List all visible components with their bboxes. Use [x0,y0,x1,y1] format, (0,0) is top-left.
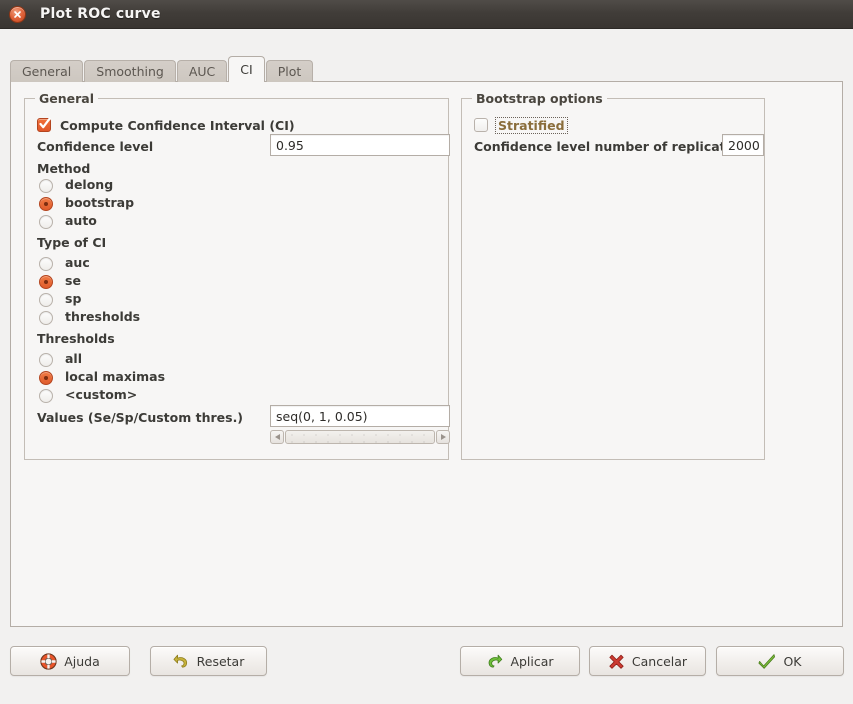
type-of-ci-label: Type of CI [37,235,107,250]
checkmark-icon [758,653,776,670]
window-titlebar: Plot ROC curve [0,0,853,29]
thresholds-label: Thresholds [37,331,115,346]
radio-method-auto-label: auto [65,213,97,228]
values-hscrollbar[interactable] [270,430,450,444]
stratified-label: Stratified [495,117,568,134]
compute-ci-label: Compute Confidence Interval (CI) [60,118,295,133]
tab-panel-ci: General Compute Confidence Interval (CI)… [10,81,843,627]
radio-type-thresholds-label: thresholds [65,309,141,324]
confidence-level-input[interactable]: 0.95 [270,134,450,156]
radio-method-bootstrap[interactable] [39,197,53,211]
tab-bar: General Smoothing AUC CI Plot [10,56,314,82]
radio-thresholds-all[interactable] [39,353,53,367]
radio-method-bootstrap-label: bootstrap [65,195,135,210]
method-label: Method [37,161,91,176]
confidence-level-label: Confidence level [37,139,154,154]
cancel-x-icon [608,653,625,670]
scrollbar-thumb[interactable] [286,431,434,443]
group-general: General Compute Confidence Interval (CI)… [24,91,450,460]
group-bootstrap-title: Bootstrap options [472,91,607,106]
radio-thresholds-custom[interactable] [39,389,53,403]
radio-type-thresholds[interactable] [39,311,53,325]
apply-button[interactable]: Aplicar [460,646,580,676]
scrollbar-trough[interactable] [285,430,435,444]
radio-method-delong-label: delong [65,177,114,192]
scroll-left-button[interactable] [270,430,284,444]
ok-button[interactable]: OK [716,646,844,676]
radio-method-auto[interactable] [39,215,53,229]
radio-type-se-label: se [65,273,81,288]
radio-type-sp-label: sp [65,291,82,306]
replicates-input[interactable]: 2000 [722,134,764,156]
compute-ci-checkbox[interactable] [37,117,51,132]
undo-arrow-icon [173,653,190,670]
radio-type-se[interactable] [39,275,53,289]
reset-button[interactable]: Resetar [150,646,267,676]
check-icon [39,117,51,129]
apply-button-label: Aplicar [510,653,554,669]
radio-thresholds-all-label: all [65,351,83,366]
cancel-button[interactable]: Cancelar [589,646,706,676]
chevron-left-icon [274,434,280,440]
radio-thresholds-local-maximas[interactable] [39,371,53,385]
tab-auc[interactable]: AUC [176,60,228,82]
tab-ci[interactable]: CI [228,56,265,82]
radio-type-sp[interactable] [39,293,53,307]
help-button-label: Ajuda [64,653,100,669]
group-general-title: General [35,91,98,106]
reset-button-label: Resetar [196,653,245,669]
close-icon[interactable] [9,5,26,23]
replicates-label: Confidence level number of replicates [474,139,742,154]
help-button[interactable]: Ajuda [10,646,130,676]
close-x-glyph [14,10,21,18]
radio-type-auc[interactable] [39,257,53,271]
tab-smoothing[interactable]: Smoothing [84,60,176,82]
scroll-right-button[interactable] [436,430,450,444]
radio-type-auc-label: auc [65,255,90,270]
values-input[interactable]: seq(0, 1, 0.05) [270,405,450,427]
lifebuoy-icon [40,652,57,670]
radio-thresholds-local-maximas-label: local maximas [65,369,166,384]
ok-button-label: OK [783,653,802,669]
cancel-button-label: Cancelar [631,653,688,669]
values-label: Values (Se/Sp/Custom thres.) [37,410,244,425]
radio-method-delong[interactable] [39,179,53,193]
apply-arrow-icon [486,653,503,670]
chevron-right-icon [440,434,446,440]
window-title: Plot ROC curve [40,6,161,22]
group-bootstrap-options: Bootstrap options Stratified Confidence … [461,91,765,460]
tab-plot[interactable]: Plot [265,60,314,82]
stratified-checkbox[interactable] [474,118,488,132]
tab-general[interactable]: General [10,60,84,82]
radio-thresholds-custom-label: <custom> [65,387,138,402]
